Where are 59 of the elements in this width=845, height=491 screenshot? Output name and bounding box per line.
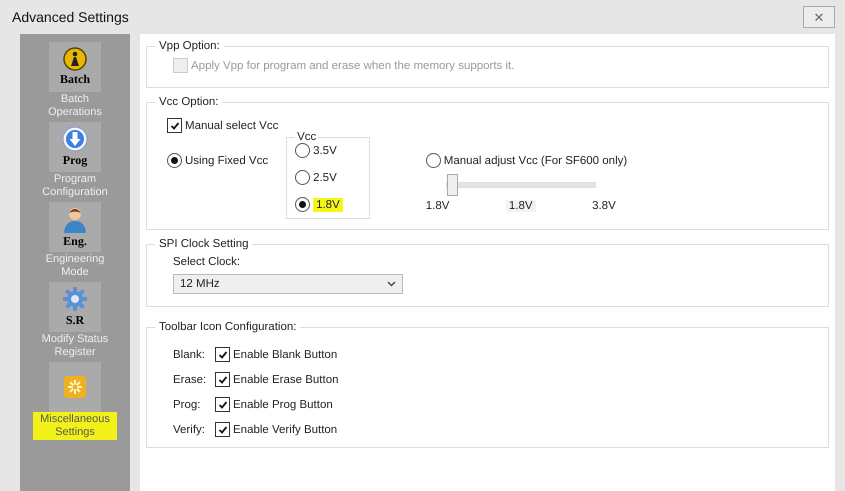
checkbox-label: Enable Verify Button xyxy=(233,424,338,436)
checkbox[interactable] xyxy=(167,118,182,133)
checkmark-icon xyxy=(218,350,228,360)
flower-icon xyxy=(63,375,87,399)
clock-select[interactable]: 12 MHz xyxy=(173,274,403,294)
slider-thumb[interactable] xyxy=(446,174,458,196)
slider-max-label: 3.8V xyxy=(592,200,616,212)
row-label: Prog: xyxy=(173,398,202,410)
checkbox[interactable] xyxy=(215,422,230,437)
checkbox[interactable] xyxy=(215,347,230,362)
group-title: Vpp Option: xyxy=(158,40,221,52)
gear-icon xyxy=(62,286,88,312)
radio-button[interactable] xyxy=(426,153,441,168)
field-label: Select Clock: xyxy=(173,256,242,268)
chevron-down-icon xyxy=(387,281,396,287)
checkmark-icon xyxy=(170,120,180,130)
radio-label: 1.8V xyxy=(313,198,343,212)
figure-icon xyxy=(63,47,87,71)
radio-button[interactable] xyxy=(295,170,310,185)
sidebar-tile[interactable] xyxy=(49,362,101,412)
checkbox-label: Enable Erase Button xyxy=(233,374,338,386)
group-title: Vcc xyxy=(296,131,318,143)
checkbox[interactable] xyxy=(215,372,230,387)
checkmark-icon xyxy=(218,424,228,434)
group-title: Vcc Option: xyxy=(158,96,220,108)
radio-button[interactable] xyxy=(295,143,310,158)
tile-caption: S.R xyxy=(66,313,84,328)
checkbox[interactable] xyxy=(215,397,230,412)
sidebar-tile[interactable]: Eng. xyxy=(49,202,101,252)
checkmark-icon xyxy=(218,374,228,384)
download-icon xyxy=(62,126,88,152)
radio-label: 3.5V xyxy=(313,144,337,156)
group-title: Toolbar Icon Configuration: xyxy=(158,321,298,333)
tile-caption: Eng. xyxy=(63,234,87,249)
radio-button[interactable] xyxy=(167,153,182,168)
checkmark-icon xyxy=(218,400,228,410)
row-label: Blank: xyxy=(173,348,206,360)
window-title: Advanced Settings xyxy=(12,9,129,25)
slider-value: 1.8V xyxy=(506,200,536,212)
radio-label: Manual adjust Vcc (For SF600 only) xyxy=(444,154,628,166)
sidebar-tile[interactable]: Batch xyxy=(49,42,101,92)
row-label: Verify: xyxy=(173,424,206,436)
sidebar-tile[interactable]: S.R xyxy=(49,282,101,332)
sidebar-tile[interactable]: Prog xyxy=(49,122,101,172)
close-button[interactable]: ✕ xyxy=(803,6,835,28)
checkbox-label: Apply Vpp for program and erase when the memory supports it. xyxy=(191,60,514,72)
sidebar-label[interactable]: Miscellaneous Settings xyxy=(33,412,117,440)
person-icon xyxy=(62,205,88,233)
tile-caption: Prog xyxy=(62,153,88,168)
tile-caption: Batch xyxy=(60,72,90,87)
checkbox-label: Enable Blank Button xyxy=(233,348,338,360)
radio-button[interactable] xyxy=(295,197,310,212)
row-label: Erase: xyxy=(173,374,208,386)
checkbox-label: Manual select Vcc xyxy=(185,120,278,132)
checkbox-label: Enable Prog Button xyxy=(233,398,333,410)
slider-min-label: 1.8V xyxy=(426,200,450,212)
radio-label: 2.5V xyxy=(313,172,337,184)
radio-label: Using Fixed Vcc xyxy=(185,154,268,166)
group-title: SPI Clock Setting xyxy=(158,238,250,250)
